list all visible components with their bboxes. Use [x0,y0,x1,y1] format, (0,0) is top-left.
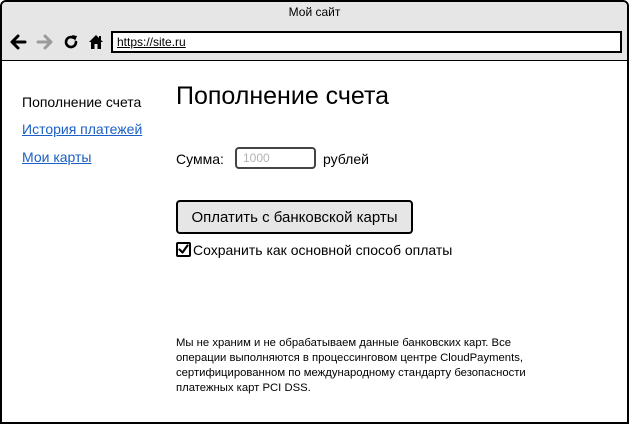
amount-input[interactable] [235,147,316,169]
save-default-label: Сохранить как основной способ оплаты [193,242,453,258]
back-arrow-icon[interactable] [8,32,28,52]
amount-unit: рублей [323,151,369,167]
disclaimer-line: платежных карт PCI DSS. [176,382,311,394]
save-default-checkbox[interactable] [176,242,191,257]
sidebar-link-my-cards[interactable]: Мои карты [22,149,92,165]
browser-window: Мой сайт https://site.ru Пополнение счет… [0,0,629,424]
disclaimer-line: Мы не храним и не обрабатываем данные ба… [176,337,512,349]
reload-icon[interactable] [61,32,81,52]
page-content: Пополнение счета История платежей Мои ка… [2,62,627,422]
page-title: Пополнение счета [176,82,390,110]
address-bar[interactable]: https://site.ru [111,31,622,53]
pay-by-card-button[interactable]: Оплатить с банковской карты [176,200,413,234]
disclaimer-line: операции выполняются в процессинговом це… [176,352,524,364]
forward-arrow-icon[interactable] [35,32,55,52]
window-title: Мой сайт [2,2,627,23]
amount-label: Сумма: [176,151,224,167]
home-icon[interactable] [86,32,106,52]
checkmark-icon [178,244,189,254]
disclaimer-line: сертифицированном по международному стан… [176,367,526,379]
sidebar-item-current: Пополнение счета [22,94,142,110]
sidebar-link-payment-history[interactable]: История платежей [22,121,142,137]
security-disclaimer: Мы не храним и не обрабатываем данные ба… [176,336,576,396]
browser-toolbar: https://site.ru [2,23,627,61]
